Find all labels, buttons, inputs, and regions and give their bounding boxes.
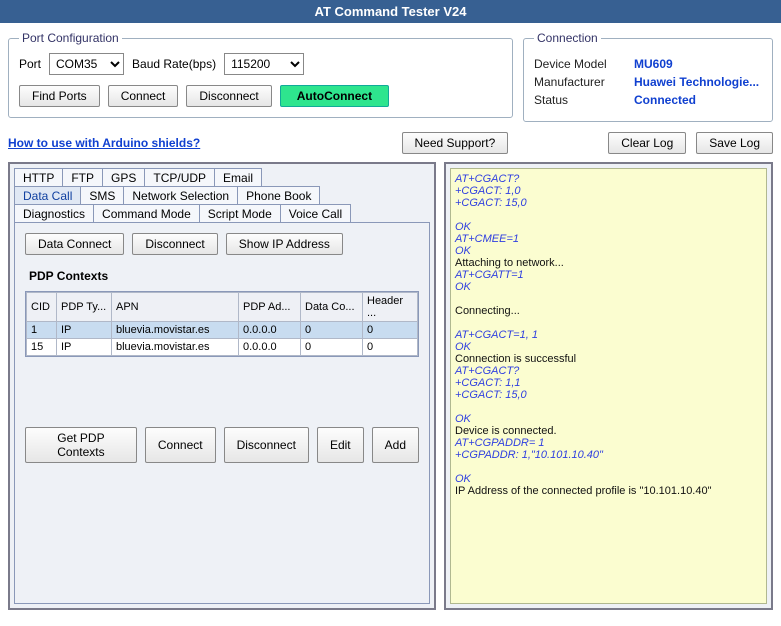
tab-voice-call[interactable]: Voice Call	[280, 204, 351, 223]
tab-http[interactable]: HTTP	[14, 168, 63, 187]
col-header[interactable]: Header ...	[363, 293, 418, 322]
tab-tcp-udp[interactable]: TCP/UDP	[144, 168, 215, 187]
log-line: Attaching to network...	[455, 257, 762, 269]
right-panel: AT+CGACT?+CGACT: 1,0+CGACT: 15,0 OKAT+CM…	[444, 162, 773, 610]
port-label: Port	[19, 57, 41, 71]
baud-label: Baud Rate(bps)	[132, 57, 216, 71]
log-line: +CGACT: 1,0	[455, 185, 762, 197]
show-ip-button[interactable]: Show IP Address	[226, 233, 343, 255]
log-line: OK	[455, 245, 762, 257]
tab-script-mode[interactable]: Script Mode	[199, 204, 281, 223]
tab-diagnostics[interactable]: Diagnostics	[14, 204, 94, 223]
pdp-contexts-title: PDP Contexts	[29, 269, 419, 283]
manufacturer-value: Huawei Technologie...	[634, 75, 759, 89]
find-ports-button[interactable]: Find Ports	[19, 85, 100, 107]
log-line: AT+CGACT=1, 1	[455, 329, 762, 341]
edit-button[interactable]: Edit	[317, 427, 364, 463]
tab-ftp[interactable]: FTP	[62, 168, 103, 187]
log-line: AT+CGATT=1	[455, 269, 762, 281]
log-line	[455, 401, 762, 413]
port-select[interactable]: COM35	[49, 53, 124, 75]
tab-command-mode[interactable]: Command Mode	[93, 204, 200, 223]
log-line	[455, 461, 762, 473]
log-line: AT+CGACT?	[455, 173, 762, 185]
log-line: +CGACT: 15,0	[455, 197, 762, 209]
tab-phone-book[interactable]: Phone Book	[237, 186, 320, 205]
log-line: Connection is successful	[455, 353, 762, 365]
tab-data-call[interactable]: Data Call	[14, 186, 81, 205]
tab-gps[interactable]: GPS	[102, 168, 145, 187]
status-value: Connected	[634, 93, 696, 107]
device-model-value: MU609	[634, 57, 673, 71]
log-line: +CGPADDR: 1,"10.101.10.40"	[455, 449, 762, 461]
col-header[interactable]: CID	[27, 293, 57, 322]
connection-group: Connection Device ModelMU609 Manufacture…	[523, 31, 773, 122]
pdp-disconnect-button[interactable]: Disconnect	[224, 427, 309, 463]
log-output[interactable]: AT+CGACT?+CGACT: 1,0+CGACT: 15,0 OKAT+CM…	[450, 168, 767, 604]
log-line: OK	[455, 413, 762, 425]
left-panel: HTTPFTPGPSTCP/UDPEmail Data CallSMSNetwo…	[8, 162, 436, 610]
connection-legend: Connection	[534, 31, 601, 45]
log-line: Device is connected.	[455, 425, 762, 437]
connect-button[interactable]: Connect	[108, 85, 179, 107]
log-line: OK	[455, 341, 762, 353]
clear-log-button[interactable]: Clear Log	[608, 132, 686, 154]
baud-select[interactable]: 115200	[224, 53, 304, 75]
col-header[interactable]: Data Co...	[301, 293, 363, 322]
port-config-group: Port Configuration Port COM35 Baud Rate(…	[8, 31, 513, 118]
col-header[interactable]: PDP Ty...	[57, 293, 112, 322]
table-row[interactable]: 15IPbluevia.movistar.es0.0.0.000	[27, 339, 418, 356]
status-label: Status	[534, 93, 634, 107]
log-line: AT+CGACT?	[455, 365, 762, 377]
add-button[interactable]: Add	[372, 427, 419, 463]
tab-email[interactable]: Email	[214, 168, 262, 187]
tab-content: Data Connect Disconnect Show IP Address …	[14, 222, 430, 604]
table-row[interactable]: 1IPbluevia.movistar.es0.0.0.000	[27, 322, 418, 339]
device-model-label: Device Model	[534, 57, 634, 71]
port-config-legend: Port Configuration	[19, 31, 122, 45]
tab-network-selection[interactable]: Network Selection	[123, 186, 238, 205]
save-log-button[interactable]: Save Log	[696, 132, 773, 154]
log-line	[455, 317, 762, 329]
pdp-connect-button[interactable]: Connect	[145, 427, 216, 463]
log-line: +CGACT: 1,1	[455, 377, 762, 389]
log-line: OK	[455, 221, 762, 233]
log-line	[455, 209, 762, 221]
log-line: AT+CMEE=1	[455, 233, 762, 245]
pdp-table[interactable]: CIDPDP Ty...APNPDP Ad...Data Co...Header…	[26, 292, 418, 356]
col-header[interactable]: PDP Ad...	[239, 293, 301, 322]
dc-disconnect-button[interactable]: Disconnect	[132, 233, 217, 255]
data-connect-button[interactable]: Data Connect	[25, 233, 124, 255]
disconnect-button[interactable]: Disconnect	[186, 85, 271, 107]
log-line: OK	[455, 473, 762, 485]
log-line: Connecting...	[455, 305, 762, 317]
log-line: AT+CGPADDR= 1	[455, 437, 762, 449]
col-header[interactable]: APN	[112, 293, 239, 322]
tab-sms[interactable]: SMS	[80, 186, 124, 205]
autoconnect-button[interactable]: AutoConnect	[280, 85, 389, 107]
log-line: OK	[455, 281, 762, 293]
title-bar: AT Command Tester V24	[0, 0, 781, 23]
log-line: +CGACT: 15,0	[455, 389, 762, 401]
manufacturer-label: Manufacturer	[534, 75, 634, 89]
arduino-link[interactable]: How to use with Arduino shields?	[8, 136, 200, 150]
log-line: IP Address of the connected profile is "…	[455, 485, 762, 497]
get-pdp-button[interactable]: Get PDP Contexts	[25, 427, 137, 463]
need-support-button[interactable]: Need Support?	[402, 132, 509, 154]
log-line	[455, 293, 762, 305]
